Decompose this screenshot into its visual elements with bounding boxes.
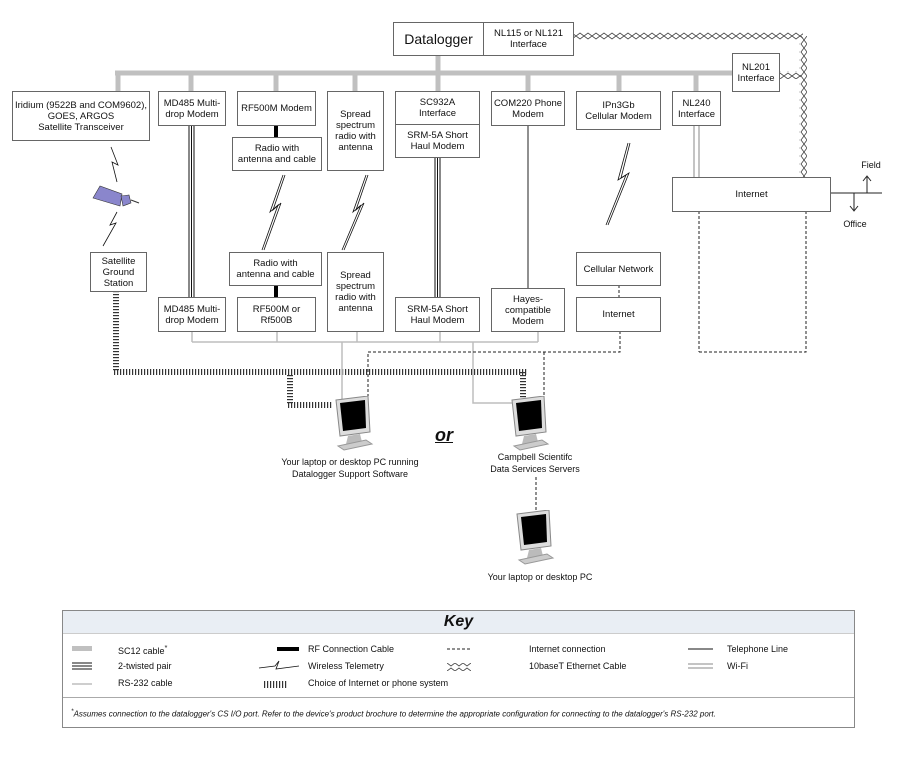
legend-item: RF Connection Cable xyxy=(308,644,395,654)
md485-top-box: MD485 Multi- drop Modem xyxy=(158,91,226,126)
pc-plain-label: Your laptop or desktop PC xyxy=(487,572,593,582)
network-diagram: Datalogger NL115 or NL121 Interface NL20… xyxy=(0,0,897,760)
wifi-swatch xyxy=(688,663,713,669)
nl240-box: NL240 Interface xyxy=(672,91,721,126)
legend-item: 10baseT Ethernet Cable xyxy=(529,661,627,671)
datalogger-box: Datalogger xyxy=(393,22,484,56)
nl201-interface-box: NL201 Interface xyxy=(732,53,780,92)
choice-line xyxy=(113,291,119,371)
pc-software-label: Your laptop or desktop PC running Datalo… xyxy=(281,457,419,479)
server-computer-icon xyxy=(511,396,550,451)
sc12-swatch xyxy=(72,646,92,651)
spread-spectrum-top-box: Spread spectrum radio with antenna xyxy=(327,91,384,171)
choice-line xyxy=(287,402,333,408)
choice-swatch xyxy=(263,681,288,688)
wifi-line xyxy=(693,125,700,177)
legend-swatches xyxy=(72,646,713,688)
nl115-interface-box: NL115 or NL121 Interface xyxy=(483,22,574,56)
choice-line xyxy=(287,375,293,405)
legend-item: Wi-Fi xyxy=(727,661,748,671)
computer-icon xyxy=(516,510,555,565)
servers-label: Campbell Scientifc Data Services Servers xyxy=(490,452,580,474)
rf500b-box: RF500M or Rf500B xyxy=(237,297,316,332)
legend-footnote: *Assumes connection to the datalogger's … xyxy=(63,697,854,719)
twisted-pair-swatch xyxy=(72,662,92,670)
internet-main-box: Internet xyxy=(672,177,831,212)
cellular-network-box: Cellular Network xyxy=(576,252,661,286)
legend-item: Wireless Telemetry xyxy=(308,661,384,671)
field-label: Field xyxy=(861,160,881,170)
satellite-ground-station-box: Satellite Ground Station xyxy=(90,252,147,292)
internet-small-box: Internet xyxy=(576,297,661,332)
sc932a-box: SC932A Interface xyxy=(395,91,480,125)
or-label: or xyxy=(435,425,453,445)
ethernet-cable xyxy=(779,71,801,79)
hayes-modem-box: Hayes- compatible Modem xyxy=(491,288,565,332)
ethernet-swatch xyxy=(447,663,471,671)
choice-line xyxy=(113,369,528,375)
legend-item: Telephone Line xyxy=(727,644,789,654)
radio-bottom-box: Radio with antenna and cable xyxy=(229,252,322,286)
satellite-icon xyxy=(92,185,140,207)
radio-top-box: Radio with antenna and cable xyxy=(232,137,322,171)
srm5a-bottom-box: SRM-5A Short Haul Modem xyxy=(395,297,480,332)
iridium-transceiver-box: Iridium (9522B and COM9602), GOES, ARGOS… xyxy=(12,91,150,141)
spread-spectrum-bottom-box: Spread spectrum radio with antenna xyxy=(327,252,384,332)
legend-item: 2-twisted pair xyxy=(118,661,172,671)
rf500m-modem-box: RF500M Modem xyxy=(237,91,316,126)
ethernet-cable xyxy=(573,32,803,40)
md485-bottom-box: MD485 Multi- drop Modem xyxy=(158,297,226,332)
legend-item: RS-232 cable xyxy=(118,678,173,688)
legend-item: SC12 cable* xyxy=(118,643,168,656)
field-office-divider xyxy=(830,175,882,212)
ipn3gb-box: IPn3Gb Cellular Modem xyxy=(576,91,661,130)
legend-item: Choice of Internet or phone system xyxy=(308,678,449,688)
srm5a-top-box: SRM-5A Short Haul Modem xyxy=(395,124,480,158)
legend: Key SC12 cable* 2-twisted pair RS-232 ca… xyxy=(62,610,855,728)
legend-item: Internet connection xyxy=(529,644,606,654)
office-label: Office xyxy=(843,219,867,229)
computer-icon xyxy=(335,396,374,451)
ethernet-cable xyxy=(799,36,807,177)
com220-box: COM220 Phone Modem xyxy=(491,91,565,126)
sc12-bus xyxy=(115,55,733,91)
wireless-swatch xyxy=(258,660,300,670)
choice-line xyxy=(520,372,526,398)
